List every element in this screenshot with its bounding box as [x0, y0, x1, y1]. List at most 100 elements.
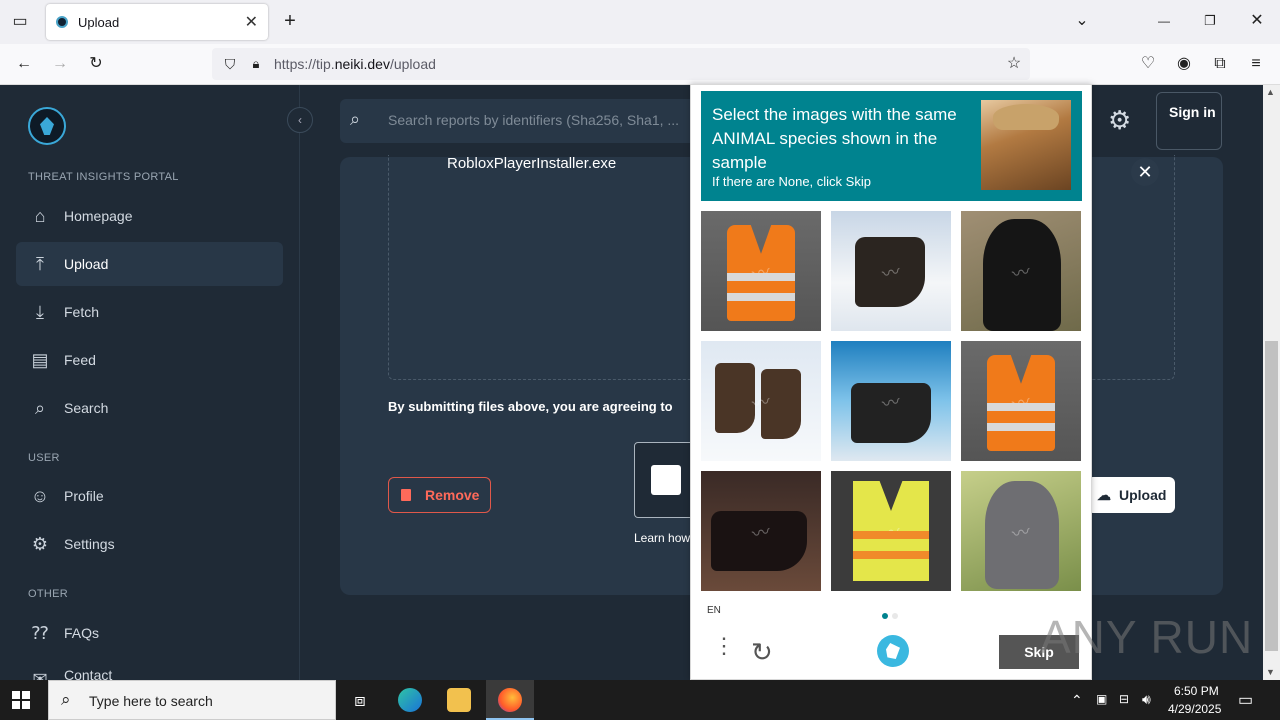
- clock-date[interactable]: 4/29/2025: [1168, 702, 1221, 716]
- taskbar-firefox-active[interactable]: [486, 680, 534, 720]
- home-icon: ⌂: [34, 206, 46, 226]
- captcha-prompt: Select the images with the same ANIMAL s…: [712, 105, 957, 172]
- captcha-close-button[interactable]: ✕: [1131, 158, 1159, 186]
- captcha-tile-dog[interactable]: 〰: [961, 211, 1081, 331]
- hcaptcha-logo-icon[interactable]: [877, 635, 909, 667]
- fetch-icon: ⤓: [36, 302, 44, 322]
- lock-icon[interactable]: 🔒︎: [244, 54, 268, 74]
- menu-icon[interactable]: ≡: [1244, 54, 1268, 74]
- terms-text: By submitting files above, you are agree…: [388, 399, 673, 414]
- tile-watermark: 〰: [750, 521, 773, 546]
- sidebar-collapse-button[interactable]: ‹: [287, 107, 313, 133]
- url-bar[interactable]: ⛉ 🔒︎ https://tip.neiki.dev/upload ☆: [212, 48, 1030, 80]
- task-view-icon[interactable]: ⧈: [348, 688, 372, 712]
- restore-icon[interactable]: ❐: [1198, 11, 1222, 31]
- pocket-icon[interactable]: ♡: [1136, 54, 1160, 74]
- feed-icon: ▤: [31, 350, 49, 370]
- gear-icon[interactable]: ⚙: [1108, 107, 1131, 133]
- sidebar-item-label: Feed: [64, 352, 96, 368]
- scroll-down-icon[interactable]: ▼: [1266, 667, 1275, 677]
- close-tab-icon[interactable]: ✕: [245, 12, 258, 32]
- captcha-checkbox[interactable]: [634, 442, 694, 518]
- page-scrollbar[interactable]: ▲ ▼: [1263, 85, 1280, 680]
- captcha-tile-vest[interactable]: 〰: [831, 471, 951, 591]
- tray-device-icon[interactable]: ▣: [1096, 692, 1107, 706]
- trash-icon: [401, 489, 411, 501]
- page-dot-active: [882, 613, 888, 619]
- scroll-up-icon[interactable]: ▲: [1266, 87, 1275, 97]
- edge-icon[interactable]: [398, 688, 422, 712]
- captcha-menu-icon[interactable]: ⋮: [713, 635, 735, 657]
- reload-icon[interactable]: ↻: [84, 54, 108, 74]
- remove-button[interactable]: Remove: [388, 477, 491, 513]
- tray-chevron-icon[interactable]: ⌃: [1071, 692, 1083, 709]
- notifications-icon[interactable]: ▭: [1238, 690, 1253, 710]
- windows-taskbar: ⌕ Type here to search ⧈ ⌃ ▣ ⊟ 🔊︎ 6:50 PM…: [0, 680, 1280, 720]
- tile-watermark: 〰: [1010, 391, 1033, 416]
- shield-icon[interactable]: ⛉: [218, 54, 242, 74]
- back-icon[interactable]: ←: [12, 54, 36, 74]
- sidebar-item-faqs[interactable]: ⁇ FAQs: [16, 611, 283, 655]
- sidebar-item-contact[interactable]: ✉ Contact: [16, 659, 283, 680]
- tab-list-icon[interactable]: ▭: [8, 12, 32, 32]
- taskbar-search-input[interactable]: ⌕ Type here to search: [48, 680, 336, 720]
- captcha-tile-boots[interactable]: 〰: [701, 341, 821, 461]
- clock-time[interactable]: 6:50 PM: [1174, 684, 1219, 698]
- upload-button[interactable]: ☁ Upload: [1087, 477, 1175, 513]
- language-selector[interactable]: EN: [707, 605, 721, 616]
- scrollbar-thumb[interactable]: [1265, 341, 1278, 651]
- sidebar-item-label: FAQs: [64, 625, 100, 641]
- sidebar-item-upload[interactable]: ⤒ Upload: [16, 242, 283, 286]
- file-name: RobloxPlayerInstaller.exe: [447, 155, 617, 172]
- volume-icon[interactable]: 🔊︎: [1142, 691, 1151, 708]
- file-explorer-icon[interactable]: [447, 688, 471, 712]
- network-icon[interactable]: ⊟: [1119, 692, 1129, 706]
- captcha-tile-boot[interactable]: 〰: [831, 341, 951, 461]
- upload-icon: ⤒: [36, 254, 44, 274]
- account-icon[interactable]: ◉: [1172, 54, 1196, 74]
- search-icon: ⌕: [34, 398, 46, 418]
- page-indicator: [882, 606, 902, 624]
- sidebar-item-label: Upload: [64, 256, 109, 272]
- site-favicon-icon: [56, 16, 68, 28]
- section-label-user: USER: [28, 452, 60, 464]
- captcha-dialog: Select the images with the same ANIMAL s…: [690, 84, 1092, 680]
- captcha-tile-vest[interactable]: 〰: [701, 211, 821, 331]
- anyrun-watermark: ANY RUN: [1040, 611, 1254, 663]
- minimize-icon[interactable]: —: [1152, 11, 1176, 31]
- close-window-icon[interactable]: ✕: [1245, 11, 1269, 31]
- sidebar-item-homepage[interactable]: ⌂ Homepage: [16, 194, 283, 238]
- tab-overflow-chevron-icon[interactable]: ⌄: [1070, 11, 1094, 31]
- tab-title: Upload: [78, 14, 120, 30]
- sidebar-item-feed[interactable]: ▤ Feed: [16, 338, 283, 382]
- captcha-tile-boot[interactable]: 〰: [701, 471, 821, 591]
- tile-watermark: 〰: [1010, 261, 1033, 286]
- sidebar-item-fetch[interactable]: ⤓ Fetch: [16, 290, 283, 334]
- forward-icon[interactable]: →: [48, 54, 72, 74]
- browser-tab[interactable]: Upload ✕: [46, 4, 268, 40]
- checkbox-icon: [651, 465, 681, 495]
- sidebar-item-profile[interactable]: ☺ Profile: [16, 474, 283, 518]
- cloud-upload-icon: ☁: [1097, 486, 1111, 503]
- tile-watermark: 〰: [880, 521, 903, 546]
- new-tab-icon[interactable]: +: [278, 11, 302, 31]
- windows-start-icon[interactable]: [12, 691, 30, 709]
- extensions-icon[interactable]: ⧉: [1208, 54, 1232, 74]
- captcha-tile-dog[interactable]: 〰: [961, 471, 1081, 591]
- contact-icon: ✉: [32, 669, 48, 680]
- bookmark-star-icon[interactable]: ☆: [1002, 54, 1026, 74]
- tile-watermark: 〰: [880, 261, 903, 286]
- faq-icon: ⁇: [31, 623, 49, 643]
- captcha-refresh-icon[interactable]: ↻: [751, 637, 773, 668]
- sidebar-item-search[interactable]: ⌕ Search: [16, 386, 283, 430]
- portal-logo[interactable]: [28, 107, 66, 145]
- learn-how-link[interactable]: Learn how: [634, 531, 690, 545]
- sidebar-item-settings[interactable]: ⚙ Settings: [16, 522, 283, 566]
- captcha-tile-boot[interactable]: 〰: [831, 211, 951, 331]
- section-label-other: OTHER: [28, 588, 68, 600]
- tile-watermark: 〰: [750, 391, 773, 416]
- page-dot: [892, 613, 898, 619]
- sign-in-button[interactable]: Sign in: [1156, 92, 1222, 150]
- gear-icon: ⚙: [31, 534, 49, 554]
- captcha-tile-vest[interactable]: 〰: [961, 341, 1081, 461]
